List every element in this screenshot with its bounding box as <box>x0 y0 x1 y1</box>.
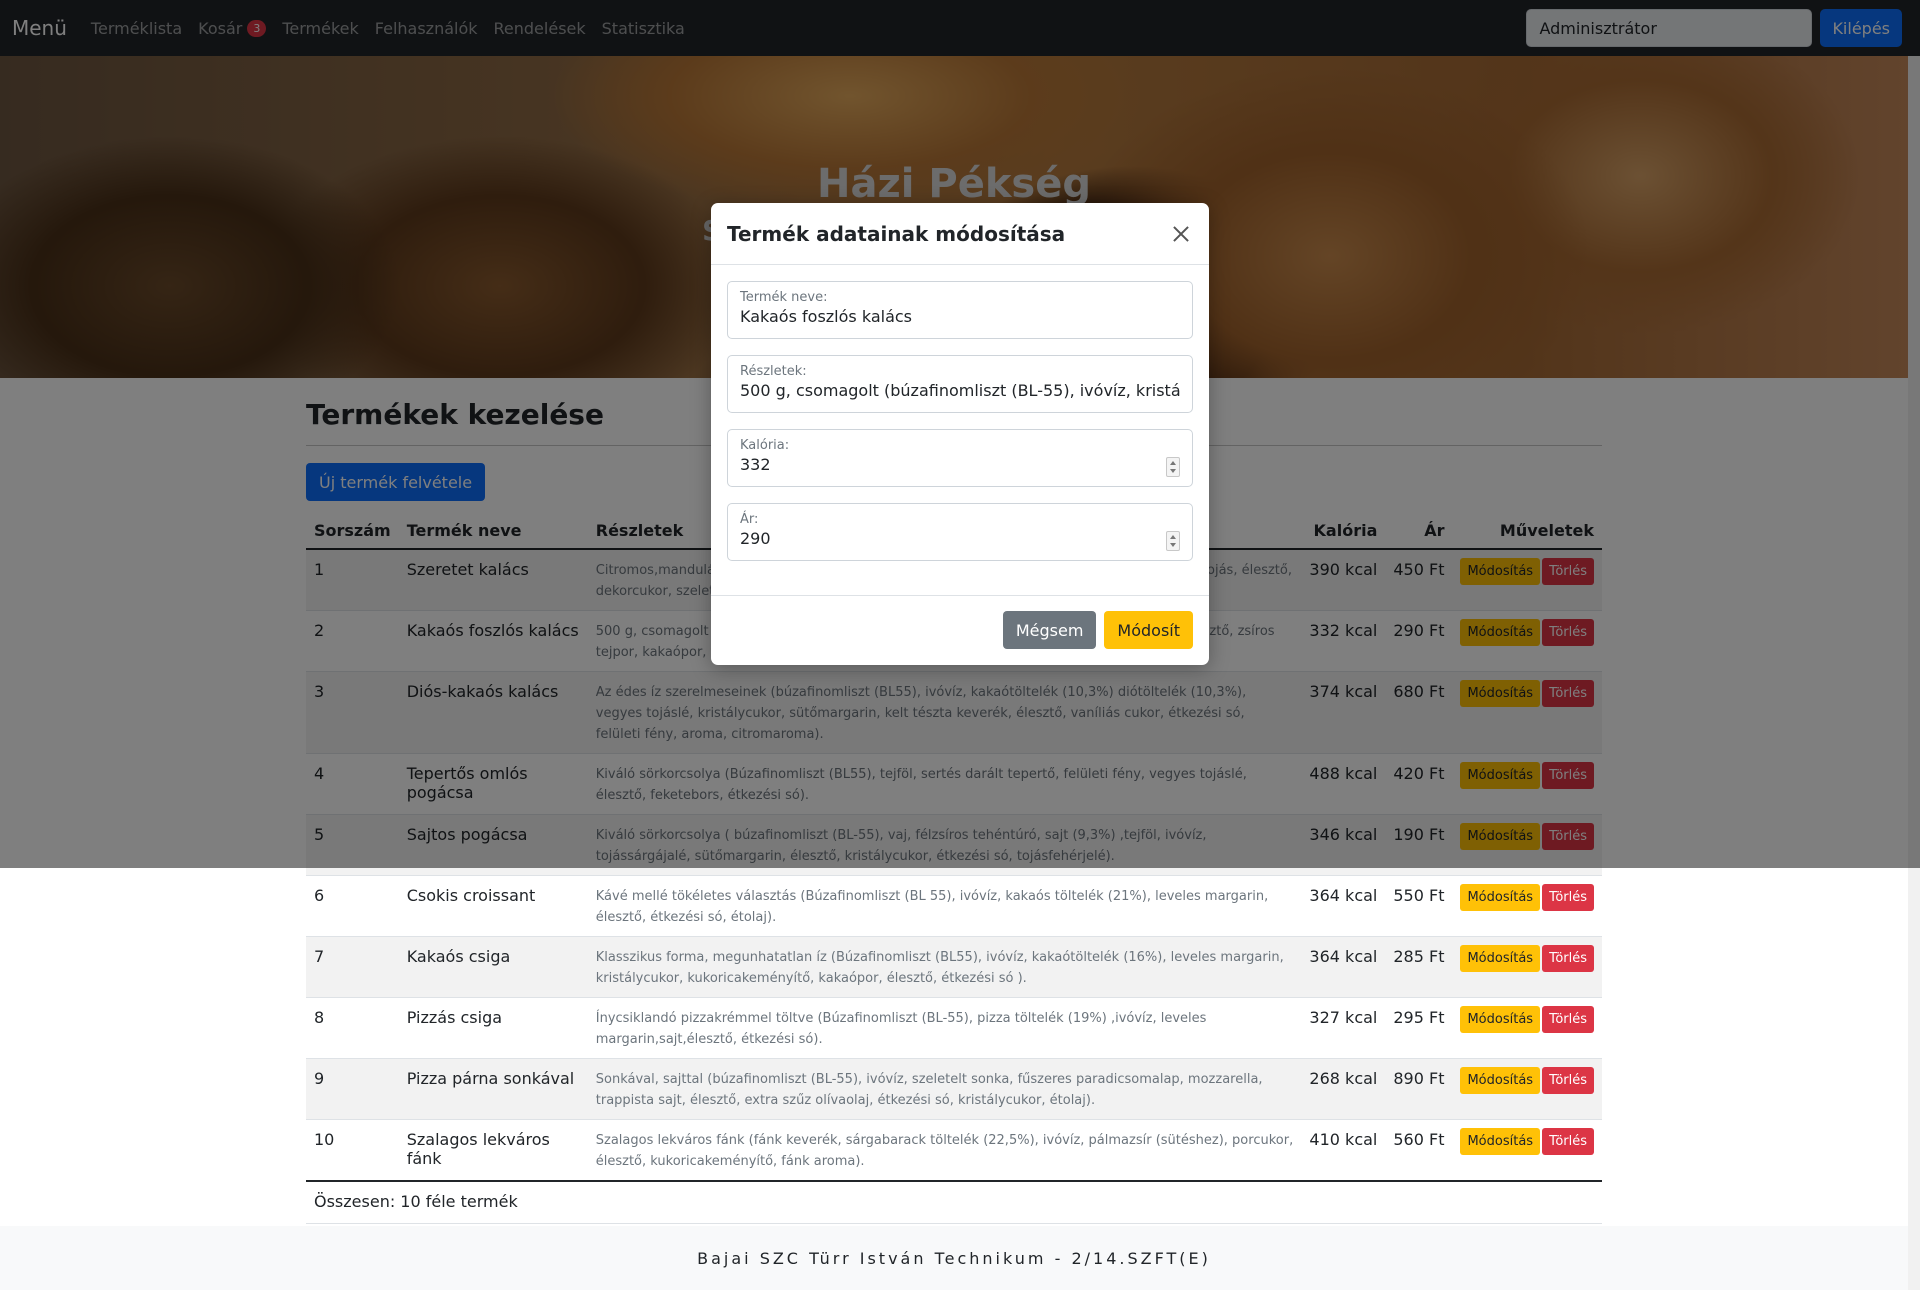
modal-title: Termék adatainak módosítása <box>727 221 1066 246</box>
row-index: 10 <box>306 1119 399 1182</box>
price-stepper-icon[interactable] <box>1166 531 1180 551</box>
row-details: Sonkával, sajttal (búzafinomliszt (BL-55… <box>587 1058 1302 1120</box>
row-actions: MódosításTörlés <box>1452 936 1602 998</box>
modal-body: Termék neve: Részletek: Kalória: Ár: <box>711 265 1209 596</box>
table-row: 8 Pizzás csiga Ínycsiklandó pizzakrémmel t… <box>306 997 1602 1059</box>
edit-product-modal: Termék adatainak módosítása Termék neve:… <box>711 203 1209 665</box>
product-name-field[interactable]: Termék neve: <box>727 281 1193 339</box>
row-details: Ínycsiklandó pizzakrémmel töltve (Búzafi… <box>587 997 1302 1059</box>
row-index: 6 <box>306 875 399 937</box>
product-details-label: Részletek: <box>740 364 807 379</box>
table-row: 7 Kakaós csiga Klasszikus forma, megunhata… <box>306 936 1602 998</box>
modal-footer: Mégsem Módosít <box>711 596 1209 664</box>
row-index: 9 <box>306 1058 399 1120</box>
row-index: 7 <box>306 936 399 998</box>
row-calories: 364 kcal <box>1301 875 1386 937</box>
row-price: 890 Ft <box>1385 1058 1453 1120</box>
row-product-name: Szalagos lekváros fánk <box>398 1119 588 1182</box>
product-price-field[interactable]: Ár: <box>727 503 1193 561</box>
row-product-name: Pizza párna sonkával <box>398 1058 588 1120</box>
delete-button[interactable]: Törlés <box>1542 1067 1594 1094</box>
calories-stepper-icon[interactable] <box>1166 457 1180 477</box>
table-row: 6 Csokis croissant Kávé mellé tökéletes vá… <box>306 875 1602 937</box>
product-price-label: Ár: <box>740 512 759 527</box>
row-actions: MódosításTörlés <box>1452 875 1602 937</box>
delete-button[interactable]: Törlés <box>1542 945 1594 972</box>
row-actions: MódosításTörlés <box>1452 997 1602 1059</box>
row-calories: 327 kcal <box>1301 997 1386 1059</box>
product-price-input[interactable] <box>740 529 1180 548</box>
table-footer-row: Összesen: 10 féle termék <box>306 1180 1602 1224</box>
row-product-name: Pizzás csiga <box>398 997 588 1059</box>
row-calories: 268 kcal <box>1301 1058 1386 1120</box>
row-details: Kávé mellé tökéletes választás (Búzafino… <box>587 875 1302 937</box>
product-details-field[interactable]: Részletek: <box>727 355 1193 413</box>
product-calories-field[interactable]: Kalória: <box>727 429 1193 487</box>
row-price: 560 Ft <box>1385 1119 1453 1182</box>
row-details: Szalagos lekváros fánk (fánk keverék, sá… <box>587 1119 1302 1182</box>
delete-button[interactable]: Törlés <box>1542 1128 1594 1155</box>
row-actions: MódosításTörlés <box>1452 1058 1602 1120</box>
row-details: Klasszikus forma, megunhatatlan íz (Búza… <box>587 936 1302 998</box>
total-count: Összesen: 10 féle termék <box>306 1180 1602 1224</box>
product-name-label: Termék neve: <box>740 290 828 305</box>
cancel-button[interactable]: Mégsem <box>1002 611 1097 649</box>
close-icon[interactable] <box>1169 222 1193 246</box>
row-price: 295 Ft <box>1385 997 1453 1059</box>
product-calories-input[interactable] <box>740 455 1180 474</box>
row-calories: 364 kcal <box>1301 936 1386 998</box>
delete-button[interactable]: Törlés <box>1542 884 1594 911</box>
page-footer: Bajai SZC Türr István Technikum - 2/14.S… <box>0 1226 1908 1290</box>
edit-button[interactable]: Módosítás <box>1460 884 1541 911</box>
product-details-input[interactable] <box>740 381 1180 400</box>
edit-button[interactable]: Módosítás <box>1460 945 1541 972</box>
row-product-name: Csokis croissant <box>398 875 588 937</box>
table-row: 10 Szalagos lekváros fánk Szalagos lekváro… <box>306 1119 1602 1182</box>
edit-button[interactable]: Módosítás <box>1460 1128 1541 1155</box>
product-calories-label: Kalória: <box>740 438 790 453</box>
row-price: 550 Ft <box>1385 875 1453 937</box>
modal-header: Termék adatainak módosítása <box>711 203 1209 265</box>
row-actions: MódosításTörlés <box>1452 1119 1602 1182</box>
submit-edit-button[interactable]: Módosít <box>1104 611 1193 649</box>
product-name-input[interactable] <box>740 307 1180 326</box>
table-row: 9 Pizza párna sonkával Sonkával, sajttal (… <box>306 1058 1602 1120</box>
row-index: 8 <box>306 997 399 1059</box>
edit-button[interactable]: Módosítás <box>1460 1067 1541 1094</box>
delete-button[interactable]: Törlés <box>1542 1006 1594 1033</box>
row-calories: 410 kcal <box>1301 1119 1386 1182</box>
row-price: 285 Ft <box>1385 936 1453 998</box>
footer-text: Bajai SZC Türr István Technikum - 2/14.S… <box>697 1248 1211 1268</box>
row-product-name: Kakaós csiga <box>398 936 588 998</box>
edit-button[interactable]: Módosítás <box>1460 1006 1541 1033</box>
